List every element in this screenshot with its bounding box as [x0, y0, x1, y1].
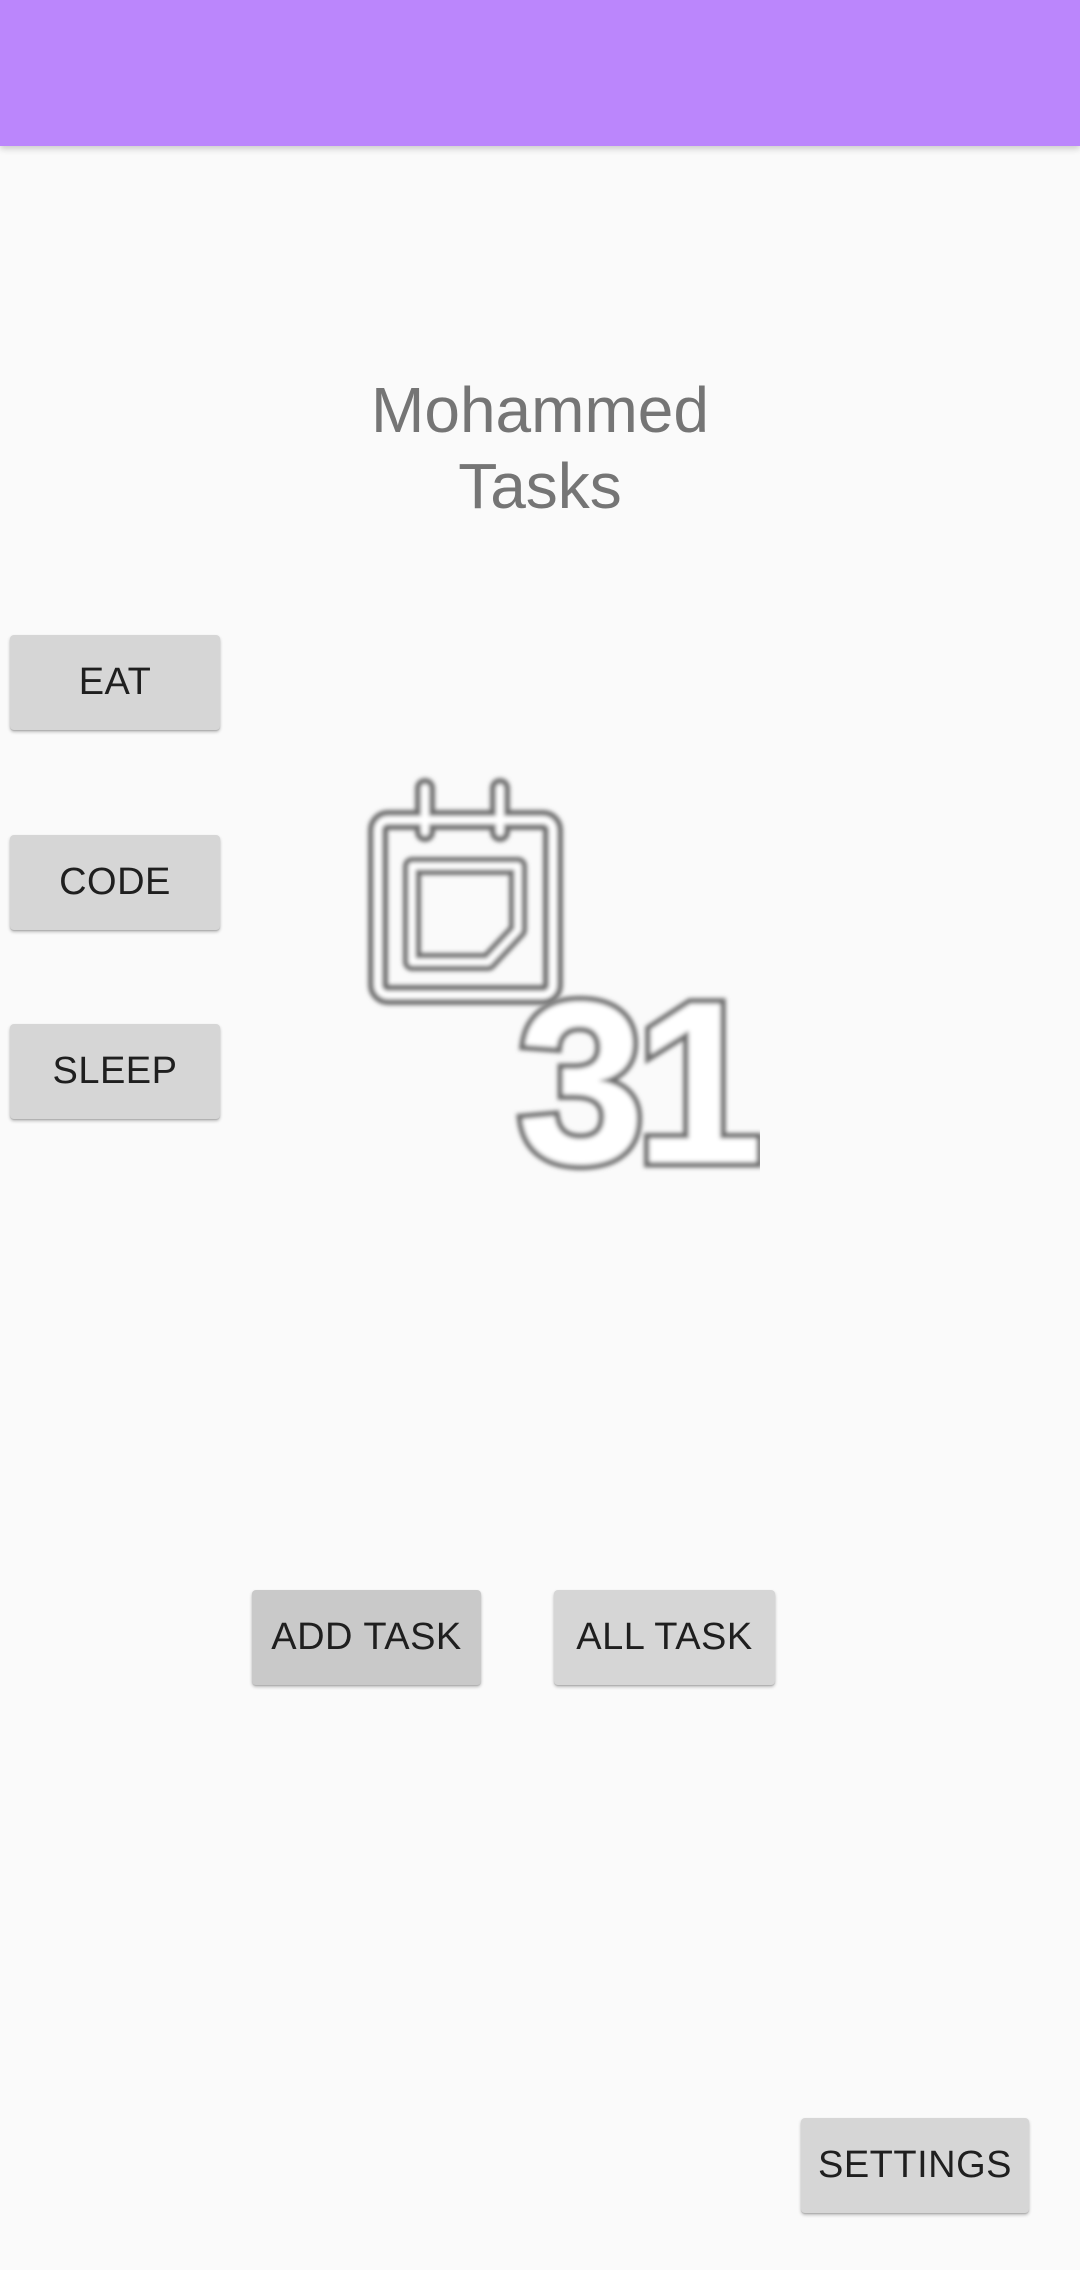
page-title-line-2: Tasks: [458, 450, 622, 522]
all-task-button-label: ALL TASK: [576, 1616, 753, 1658]
settings-button-label: SETTINGS: [817, 2144, 1013, 2186]
eat-button-label: EAT: [78, 661, 152, 703]
calendar-31-icon: 31: [368, 778, 760, 1180]
all-task-button[interactable]: ALL TASK: [554, 1590, 775, 1685]
app-bar: [0, 0, 1080, 146]
calendar-day-number: 31: [517, 954, 757, 1180]
add-task-button-label: ADD TASK: [271, 1616, 462, 1658]
code-button-label: CODE: [59, 861, 171, 903]
settings-button[interactable]: SETTINGS: [801, 2118, 1029, 2213]
eat-button[interactable]: EAT: [10, 635, 220, 730]
sleep-button[interactable]: SLEEP: [10, 1024, 220, 1119]
code-button[interactable]: CODE: [10, 835, 220, 930]
page-title: Mohammed Tasks: [290, 372, 790, 524]
page-title-line-1: Mohammed: [371, 374, 709, 446]
sleep-button-label: SLEEP: [52, 1050, 178, 1092]
add-task-button[interactable]: ADD TASK: [252, 1590, 481, 1685]
